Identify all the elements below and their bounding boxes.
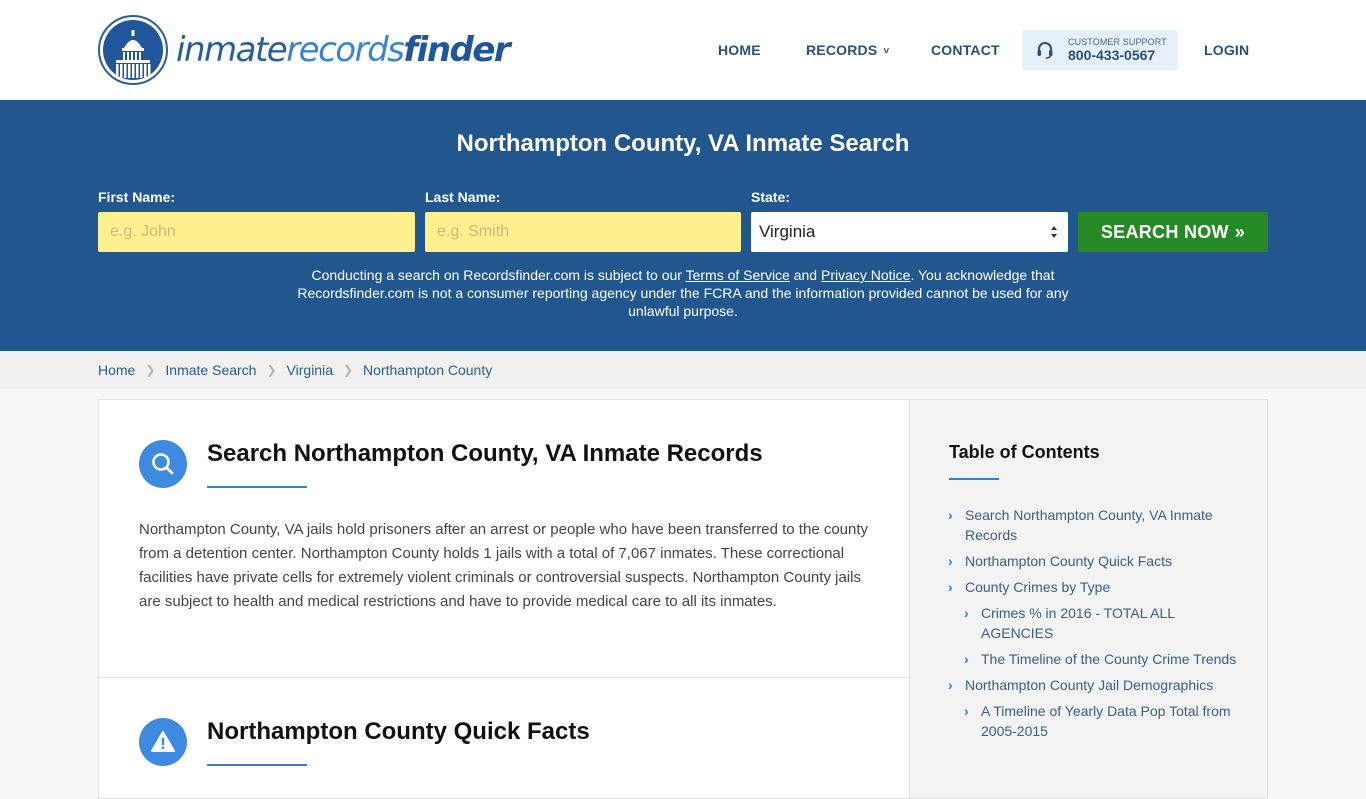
toc-item[interactable]: › County Crimes by Type	[948, 577, 1238, 597]
section-title: Northampton County Quick Facts	[207, 718, 590, 745]
select-arrows-icon	[1051, 226, 1057, 238]
chevron-down-icon: ˅	[883, 46, 890, 57]
state-select-value: Virginia	[759, 222, 816, 241]
toc-item-label: County Crimes by Type	[965, 579, 1111, 595]
nav-contact[interactable]: CONTACT	[931, 30, 1000, 70]
disclaimer-text-2: and	[789, 267, 821, 283]
toc-item-label: Search Northampton County, VA Inmate Rec…	[965, 507, 1213, 543]
toc-item[interactable]: › Northampton County Quick Facts	[948, 551, 1238, 571]
title-underline	[207, 764, 307, 766]
toc-title: Table of Contents	[949, 442, 1100, 462]
privacy-notice-link[interactable]: Privacy Notice	[821, 267, 910, 283]
nav-records[interactable]: RECORDS ˅	[806, 30, 889, 70]
chevron-right-icon: ›	[948, 579, 953, 595]
first-name-input[interactable]	[98, 212, 415, 252]
chevron-right-icon: ›	[964, 703, 969, 719]
toc-item-label: The Timeline of the County Crime Trends	[981, 651, 1237, 667]
nav-records-label: RECORDS	[806, 42, 878, 58]
search-hero: Northampton County, VA Inmate Search Fir…	[0, 100, 1366, 351]
disclaimer-text-1: Conducting a search on Recordsfinder.com…	[311, 267, 686, 283]
toc-list: › Search Northampton County, VA Inmate Re…	[948, 505, 1238, 747]
toc-subitem[interactable]: › Crimes % in 2016 - TOTAL ALL AGENCIES	[964, 603, 1238, 643]
support-label: CUSTOMER SUPPORT	[1068, 37, 1167, 47]
site-header: inmaterecordsfinder HOME RECORDS ˅ CONTAC…	[0, 0, 1366, 100]
toc-subitem[interactable]: › The Timeline of the County Crime Trends	[964, 649, 1238, 669]
toc-item-label: Crimes % in 2016 - TOTAL ALL AGENCIES	[981, 605, 1175, 641]
chevron-right-icon: ❯	[342, 363, 354, 377]
main-nav: HOME RECORDS ˅ CONTACT CUSTOMER SUPPORT 8…	[0, 30, 1366, 70]
search-disclaimer: Conducting a search on Recordsfinder.com…	[270, 266, 1096, 320]
customer-support-box[interactable]: CUSTOMER SUPPORT 800-433-0567	[1022, 30, 1178, 70]
double-chevron-right-icon: »	[1234, 221, 1246, 242]
search-button-label: SEARCH NOW	[1100, 221, 1229, 242]
state-select[interactable]: Virginia	[751, 212, 1068, 252]
section-body: Northampton County, VA jails hold prison…	[139, 521, 869, 610]
title-underline	[207, 486, 307, 488]
section-search-records: Search Northampton County, VA Inmate Rec…	[99, 400, 909, 678]
toc-item-label: Northampton County Jail Demographics	[965, 677, 1214, 693]
nav-home[interactable]: HOME	[718, 30, 761, 70]
support-phone[interactable]: 800-433-0567	[1068, 47, 1155, 63]
chevron-right-icon: ›	[964, 605, 969, 621]
chevron-right-icon: ❯	[145, 363, 156, 377]
state-label: State:	[751, 189, 790, 205]
toc-item-label: A Timeline of Yearly Data Pop Total from…	[981, 703, 1231, 739]
toc-item-label: Northampton County Quick Facts	[965, 553, 1172, 569]
warning-icon	[139, 718, 187, 766]
chevron-right-icon: ›	[948, 677, 953, 693]
breadcrumb-northampton-county[interactable]: Northampton County	[363, 351, 492, 389]
breadcrumb: Home ❯ Inmate Search ❯ Virginia ❯ Northa…	[98, 351, 492, 389]
last-name-input[interactable]	[425, 212, 741, 252]
last-name-label: Last Name:	[425, 189, 501, 205]
table-of-contents: Table of Contents › Search Northampton Co…	[910, 399, 1268, 799]
chevron-right-icon: ›	[948, 553, 953, 569]
search-now-button[interactable]: SEARCH NOW»	[1078, 212, 1268, 252]
main-article: Search Northampton County, VA Inmate Rec…	[98, 399, 910, 799]
chevron-right-icon: ❯	[266, 363, 277, 377]
chevron-right-icon: ›	[964, 651, 969, 667]
toc-subitem[interactable]: › A Timeline of Yearly Data Pop Total fro…	[964, 701, 1238, 741]
breadcrumb-bar: Home ❯ Inmate Search ❯ Virginia ❯ Northa…	[0, 351, 1366, 389]
nav-login[interactable]: LOGIN	[1204, 30, 1249, 70]
search-icon	[139, 440, 187, 488]
breadcrumb-home[interactable]: Home	[98, 351, 135, 389]
headset-icon	[1037, 42, 1053, 59]
first-name-label: First Name:	[98, 189, 176, 205]
chevron-right-icon: ›	[948, 507, 953, 523]
toc-item[interactable]: › Search Northampton County, VA Inmate Re…	[948, 505, 1238, 545]
breadcrumb-virginia[interactable]: Virginia	[287, 351, 333, 389]
page-title: Northampton County, VA Inmate Search	[456, 130, 910, 157]
toc-item[interactable]: › Northampton County Jail Demographics	[948, 675, 1238, 695]
section-title: Search Northampton County, VA Inmate Rec…	[207, 440, 763, 467]
terms-of-service-link[interactable]: Terms of Service	[686, 267, 790, 283]
breadcrumb-inmate-search[interactable]: Inmate Search	[165, 351, 256, 389]
content-area: Search Northampton County, VA Inmate Rec…	[98, 399, 1268, 799]
toc-underline	[949, 478, 999, 480]
